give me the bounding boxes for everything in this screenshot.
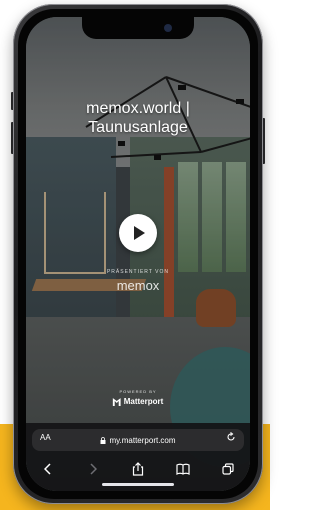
share-icon: [132, 462, 144, 476]
powered-by-label: POWERED BY: [119, 389, 157, 394]
home-indicator[interactable]: [102, 483, 174, 486]
presenter-name: memox: [116, 278, 160, 293]
matterport-name: Matterport: [123, 397, 164, 406]
chevron-left-icon: [44, 463, 51, 475]
matterport-brand: Matterport: [112, 397, 164, 406]
presented-by-label: PRÄSENTIERT VON: [106, 269, 170, 275]
share-button[interactable]: [131, 462, 145, 476]
play-icon: [134, 226, 145, 240]
back-button[interactable]: [41, 462, 55, 476]
text-size-button[interactable]: AA: [40, 433, 51, 442]
phone-notch: [82, 17, 194, 39]
bookmarks-button[interactable]: [176, 462, 190, 476]
address-url: my.matterport.com: [109, 435, 176, 445]
forward-button[interactable]: [86, 462, 100, 476]
chevron-right-icon: [90, 463, 98, 475]
book-icon: [176, 463, 190, 475]
address-bar[interactable]: my.matterport.com: [32, 429, 244, 451]
tour-title-line2: Taunusanlage: [88, 119, 188, 136]
phone-screen: memox.world | Taunusanlage PRÄSENTIERT V…: [26, 17, 250, 491]
play-button[interactable]: [119, 214, 157, 252]
matterport-logo-icon: [112, 397, 121, 406]
browser-nav-toolbar: [26, 461, 250, 477]
lock-icon: [100, 436, 106, 444]
phone-frame: memox.world | Taunusanlage PRÄSENTIERT V…: [13, 4, 263, 504]
phone-bezel: memox.world | Taunusanlage PRÄSENTIERT V…: [18, 9, 258, 499]
camera-icon: [164, 24, 172, 32]
tour-title-line1: memox.world |: [86, 100, 190, 117]
safari-toolbar: my.matterport.com AA: [26, 423, 250, 491]
tour-title: memox.world | Taunusanlage: [26, 99, 250, 137]
tabs-button[interactable]: [221, 462, 235, 476]
tabs-icon: [221, 463, 234, 475]
tour-overlay: memox.world | Taunusanlage PRÄSENTIERT V…: [26, 17, 250, 491]
reload-icon[interactable]: [226, 432, 236, 442]
